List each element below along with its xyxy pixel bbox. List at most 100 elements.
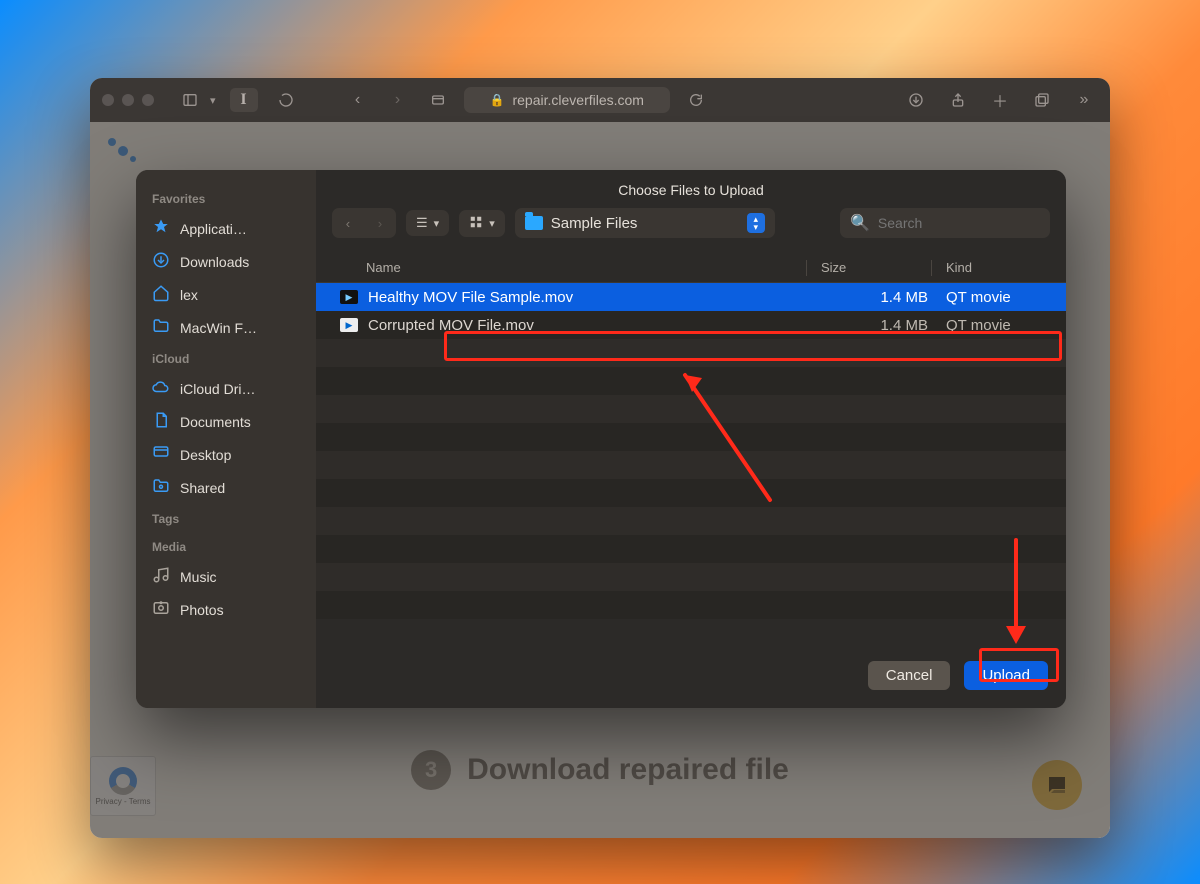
file-row[interactable]: ▶ Corrupted MOV File.mov1.4 MBQT movie [316, 311, 1066, 339]
location-selector[interactable]: Sample Files ▴▾ [515, 208, 775, 238]
sidebar-item[interactable]: Shared [136, 471, 316, 504]
privacy-report-icon[interactable] [424, 88, 452, 112]
lock-icon: 🔒 [490, 93, 505, 107]
folder-icon [152, 317, 170, 338]
sidebar-item[interactable]: Music [136, 560, 316, 593]
empty-row [316, 423, 1066, 451]
reader-icon[interactable]: I [230, 88, 258, 112]
sidebar-item[interactable]: Desktop [136, 438, 316, 471]
search-icon: 🔍 [850, 213, 870, 233]
file-row[interactable]: ▶Healthy MOV File Sample.mov1.4 MBQT mov… [316, 283, 1066, 311]
chevron-down-icon: ▾ [434, 217, 440, 230]
file-kind: QT movie [946, 289, 1066, 306]
sidebar-item-label: Downloads [180, 254, 249, 270]
cloud-icon [152, 378, 170, 399]
column-kind[interactable]: Kind [946, 260, 1066, 276]
up-down-icon: ▴▾ [747, 213, 765, 233]
sidebar-item-label: iCloud Dri… [180, 381, 255, 397]
file-chooser-dialog: Favorites Applicati… Downloads lex MacWin F…… [136, 170, 1066, 708]
sidebar-item[interactable]: Downloads [136, 245, 316, 278]
browser-titlebar: ▾ I ‹ › 🔒 repair.cleverfiles.com [90, 78, 1110, 122]
download-icon [152, 251, 170, 272]
empty-row [316, 395, 1066, 423]
doc-icon [152, 411, 170, 432]
chevron-down-icon: ▾ [489, 217, 495, 230]
column-size[interactable]: Size [821, 260, 931, 276]
grid-icon [469, 215, 483, 232]
location-label: Sample Files [551, 215, 638, 232]
empty-row [316, 479, 1066, 507]
sidebar-item-label: Shared [180, 480, 225, 496]
url-host: repair.cleverfiles.com [512, 92, 644, 108]
reload-icon[interactable] [682, 88, 710, 112]
column-headers[interactable]: Name Size Kind [316, 250, 1066, 283]
file-size: 1.4 MB [836, 317, 946, 334]
window-controls[interactable] [102, 94, 154, 106]
empty-row [316, 563, 1066, 591]
sidebar-item-label: Desktop [180, 447, 231, 463]
file-name: Healthy MOV File Sample.mov [368, 289, 836, 306]
sidebar-section-header: iCloud [136, 344, 316, 372]
file-kind: QT movie [946, 317, 1066, 334]
sidebar-item-label: Photos [180, 602, 224, 618]
file-list[interactable]: ▶ Healthy MOV File Sample.mov1.4 MBQT mov… [316, 283, 1066, 647]
share-icon[interactable] [944, 88, 972, 112]
sidebar-toggle-icon[interactable] [176, 88, 204, 112]
empty-row [316, 451, 1066, 479]
dialog-footer: Cancel Upload [316, 647, 1066, 708]
music-icon [152, 566, 170, 587]
file-type-icon: ▶ [340, 318, 358, 332]
sidebar-item-label: Applicati… [180, 221, 247, 237]
address-bar[interactable]: 🔒 repair.cleverfiles.com [464, 87, 670, 113]
sidebar-item[interactable]: iCloud Dri… [136, 372, 316, 405]
new-tab-icon[interactable]: ＋ [986, 88, 1014, 112]
nav-forward-button[interactable]: › [364, 208, 396, 238]
list-view-icon: ☰ [416, 215, 428, 231]
column-name[interactable]: Name [366, 260, 806, 276]
refresh-alt-icon[interactable] [272, 88, 300, 112]
search-input[interactable] [878, 215, 1040, 231]
view-mode-selector[interactable]: ☰▾ [406, 210, 449, 236]
sidebar-section-header: Media [136, 532, 316, 560]
sidebar-item[interactable]: lex [136, 278, 316, 311]
tabs-icon[interactable] [1028, 88, 1056, 112]
empty-row [316, 367, 1066, 395]
photos-icon [152, 599, 170, 620]
sidebar-item[interactable]: MacWin F… [136, 311, 316, 344]
sidebar-section-header: Favorites [136, 184, 316, 212]
folder-icon [525, 216, 543, 230]
nav-back-button[interactable]: ‹ [332, 208, 364, 238]
minimize-dot[interactable] [122, 94, 134, 106]
file-type-icon: ▶ [340, 290, 358, 304]
shared-icon [152, 477, 170, 498]
search-field[interactable]: 🔍 [840, 208, 1050, 238]
sidebar-item[interactable]: Applicati… [136, 212, 316, 245]
downloads-icon[interactable] [902, 88, 930, 112]
dialog-title: Choose Files to Upload [316, 170, 1066, 208]
finder-sidebar: Favorites Applicati… Downloads lex MacWin F…… [136, 170, 316, 708]
zoom-dot[interactable] [142, 94, 154, 106]
desktop-icon [152, 444, 170, 465]
sidebar-item[interactable]: Documents [136, 405, 316, 438]
group-by-selector[interactable]: ▾ [459, 210, 505, 237]
overflow-icon[interactable]: » [1070, 88, 1098, 112]
sidebar-item[interactable]: Photos [136, 593, 316, 626]
sidebar-item-label: lex [180, 287, 198, 303]
cancel-button[interactable]: Cancel [868, 661, 951, 690]
sidebar-item-label: Documents [180, 414, 251, 430]
empty-row [316, 591, 1066, 619]
upload-button[interactable]: Upload [964, 661, 1048, 690]
sidebar-section-header: Tags [136, 504, 316, 532]
file-name: Corrupted MOV File.mov [368, 317, 836, 334]
empty-row [316, 535, 1066, 563]
back-button[interactable]: ‹ [344, 88, 372, 112]
empty-row [316, 339, 1066, 367]
close-dot[interactable] [102, 94, 114, 106]
forward-button[interactable]: › [384, 88, 412, 112]
sidebar-item-label: Music [180, 569, 217, 585]
app-icon [152, 218, 170, 239]
finder-main: Choose Files to Upload ‹ › ☰▾ ▾ Sample F… [316, 170, 1066, 708]
empty-row [316, 507, 1066, 535]
home-icon [152, 284, 170, 305]
chevron-down-icon[interactable]: ▾ [210, 94, 216, 107]
